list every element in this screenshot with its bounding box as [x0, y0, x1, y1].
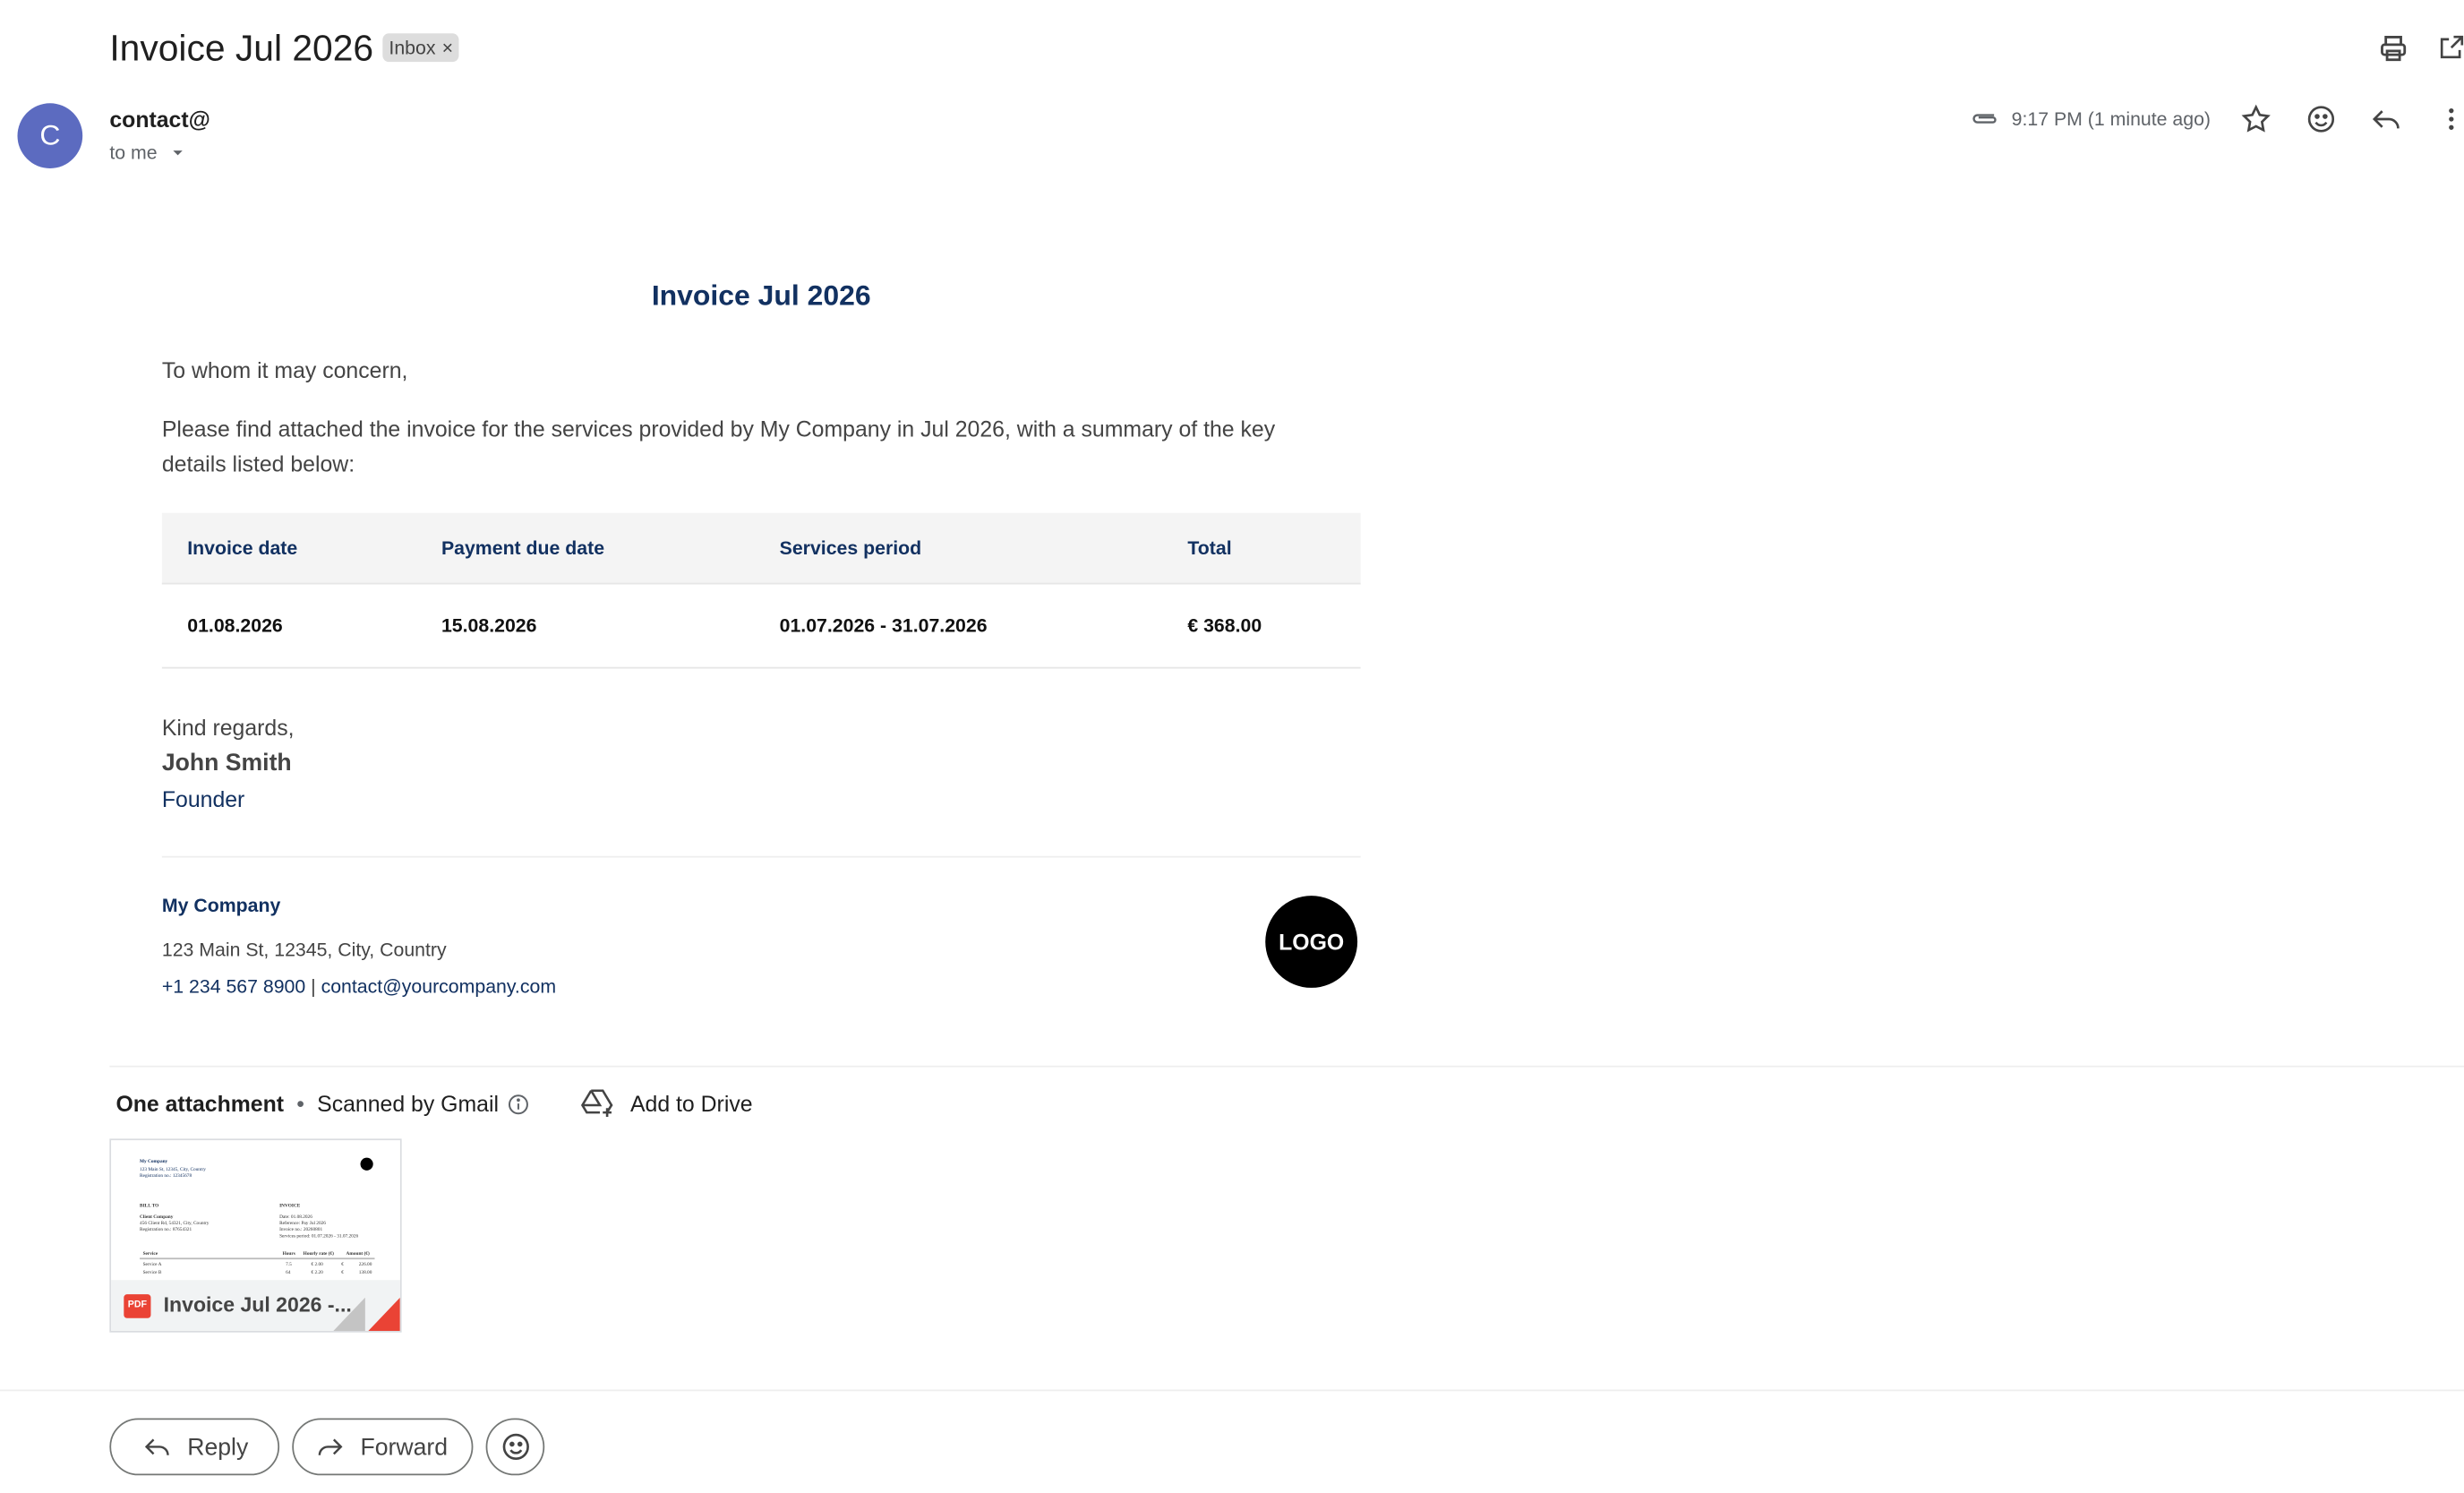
preview-text: Hourly rate (€) — [303, 1249, 334, 1257]
table-cell: € 368.00 — [1187, 614, 1262, 638]
attachment-preview: My Company 123 Main St, 12345, City, Cou… — [111, 1140, 400, 1281]
preview-text: Amount (€) — [346, 1249, 370, 1257]
preview-text: Service A — [142, 1260, 162, 1268]
pdf-corner-fold-icon — [333, 1297, 400, 1331]
emoji-reaction-button[interactable] — [485, 1418, 545, 1476]
emoji-react-icon[interactable] — [2306, 103, 2337, 134]
company-phone-link[interactable]: +1 234 567 8900 — [162, 975, 305, 998]
preview-text: INVOICE — [279, 1202, 301, 1209]
reply-icon — [143, 1432, 172, 1461]
preview-text: Registration no.: 87654321 — [140, 1225, 192, 1233]
reply-label: Reply — [187, 1433, 249, 1461]
preview-text: 123 Main St, 12345, City, Country — [140, 1165, 206, 1172]
email-body-text: Please find attached the invoice for the… — [161, 416, 1276, 476]
table-cell: 01.08.2026 — [187, 614, 283, 638]
open-in-new-window-icon[interactable] — [2437, 33, 2464, 62]
recipient-details-toggle[interactable]: to me — [109, 140, 189, 165]
pdf-file-icon: PDF — [124, 1294, 151, 1318]
table-row: 01.08.2026 15.08.2026 01.07.2026 - 31.07… — [161, 585, 1361, 669]
company-email-link[interactable]: contact@yourcompany.com — [321, 975, 556, 998]
table-cell: 15.08.2026 — [441, 614, 537, 638]
print-icon[interactable] — [2378, 33, 2408, 64]
company-logo: LOGO — [1265, 896, 1358, 988]
contact-separator: | — [305, 974, 321, 998]
preview-text: 138.00 — [358, 1268, 372, 1275]
preview-text: Services period: 01.07.2026 - 31.07.2026 — [279, 1232, 359, 1240]
preview-text: Date: 01.08.2026 — [279, 1213, 312, 1220]
company-address: 123 Main St, 12345, City, Country — [161, 938, 447, 961]
attachment-clip-icon — [1971, 107, 1999, 129]
emoji-icon — [500, 1431, 531, 1463]
attachments-header: One attachment • Scanned by Gmail — [116, 1088, 530, 1120]
table-header-cell: Payment due date — [441, 536, 605, 560]
forward-label: Forward — [360, 1433, 449, 1461]
attachment-count: One attachment — [116, 1091, 285, 1117]
sender-name[interactable]: contact@ — [109, 105, 210, 133]
preview-text: Registration no.: 12345678 — [140, 1171, 192, 1179]
drive-add-icon — [579, 1086, 614, 1121]
preview-text: € 2.20 — [311, 1268, 323, 1275]
preview-company: My Company — [140, 1157, 168, 1164]
closing-text: Kind regards, — [161, 714, 295, 741]
preview-text: Service — [142, 1249, 158, 1257]
email-greeting: To whom it may concern, — [161, 356, 408, 383]
preview-text: Hours — [282, 1249, 295, 1257]
preview-text: € — [341, 1260, 344, 1268]
forward-icon — [316, 1432, 345, 1461]
preview-text: 7.5 — [286, 1260, 292, 1268]
info-icon[interactable] — [507, 1092, 531, 1116]
preview-text: € 2.00 — [311, 1260, 323, 1268]
preview-text: BILL TO — [140, 1202, 159, 1209]
remove-label-icon[interactable]: × — [442, 33, 453, 62]
company-name: My Company — [161, 894, 281, 917]
preview-text: Service B — [142, 1268, 162, 1275]
attachment-filename: Invoice Jul 2026 -... — [163, 1292, 352, 1317]
scan-status: Scanned by Gmail — [317, 1091, 500, 1117]
more-vert-icon[interactable] — [2437, 103, 2464, 134]
invoice-summary-table: Invoice date Payment due date Services p… — [161, 512, 1361, 669]
email-body-title: Invoice Jul 2026 — [651, 279, 871, 312]
recipient-label: to me — [109, 141, 158, 164]
table-header-row: Invoice date Payment due date Services p… — [161, 512, 1361, 585]
preview-text: 64 — [286, 1268, 291, 1275]
inbox-label-text: Inbox — [389, 36, 436, 59]
preview-text: Reference: Pay Jul 2026 — [279, 1219, 326, 1226]
reply-button[interactable]: Reply — [109, 1418, 280, 1476]
forward-button[interactable]: Forward — [292, 1418, 474, 1476]
add-to-drive-label: Add to Drive — [629, 1091, 753, 1117]
email-subject: Invoice Jul 2026 — [109, 27, 374, 69]
table-header-cell: Total — [1187, 536, 1232, 560]
preview-text: € — [341, 1268, 344, 1275]
table-header-cell: Invoice date — [187, 536, 298, 560]
table-header-cell: Services period — [779, 536, 922, 560]
preview-text: 226.00 — [358, 1260, 372, 1268]
sender-avatar[interactable]: C — [17, 103, 83, 168]
signature-role: Founder — [161, 785, 245, 812]
signature-name: John Smith — [161, 749, 292, 777]
preview-text: Client Company — [140, 1213, 174, 1220]
company-contact: +1 234 567 8900 | contact@yourcompany.co… — [162, 974, 556, 999]
attachments-divider — [109, 1065, 2464, 1068]
preview-logo — [360, 1157, 373, 1171]
table-cell: 01.07.2026 - 31.07.2026 — [779, 614, 988, 638]
bullet-separator: • — [296, 1091, 304, 1117]
chevron-down-icon — [167, 142, 189, 164]
preview-rule — [140, 1257, 375, 1260]
star-icon[interactable] — [2240, 103, 2272, 134]
reply-icon[interactable] — [2370, 103, 2401, 134]
preview-text: Invoice no.: 20260801 — [279, 1225, 323, 1233]
message-timestamp: 9:17 PM (1 minute ago) — [2011, 107, 2212, 131]
footer-divider — [161, 855, 1361, 858]
attachment-card[interactable]: My Company 123 Main St, 12345, City, Cou… — [109, 1138, 402, 1333]
preview-text: 456 Client Rd, 54321, City, Country — [140, 1219, 210, 1226]
add-to-drive-button[interactable]: Add to Drive — [579, 1086, 753, 1121]
actions-divider — [0, 1389, 2464, 1392]
inbox-label-chip[interactable]: Inbox × — [382, 33, 460, 63]
